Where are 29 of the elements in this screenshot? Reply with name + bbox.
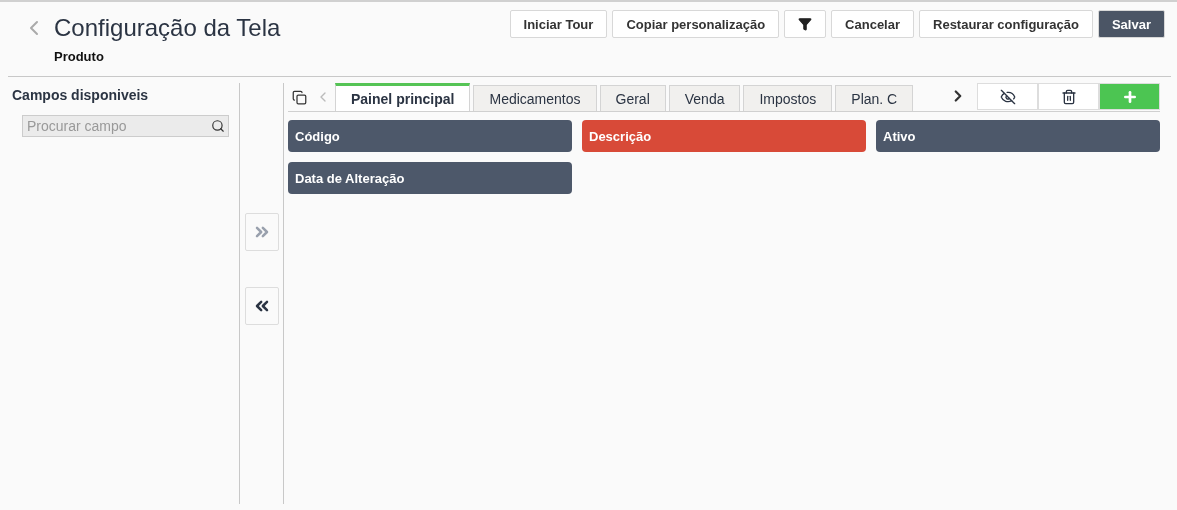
field-chip[interactable]: Data de Alteração [288, 162, 572, 194]
tab[interactable]: Medicamentos [473, 85, 597, 111]
page-subtitle: Produto [54, 49, 105, 64]
tab[interactable]: Plan. C [835, 85, 914, 111]
move-left-button[interactable] [244, 287, 279, 325]
page-title: Configuração da Tela [54, 14, 281, 42]
field-chip[interactable]: Descrição [582, 120, 866, 152]
plus-icon [1121, 88, 1138, 105]
filter-icon [798, 17, 813, 31]
toolbar-button[interactable]: Iniciar Tour [509, 10, 608, 38]
save-button[interactable]: Salvar [1097, 10, 1165, 38]
toolbar-button[interactable]: Restaurar configuração [919, 10, 1093, 38]
tab[interactable]: Geral [599, 85, 666, 111]
trash-icon [1060, 88, 1077, 105]
filter-button[interactable] [784, 10, 827, 38]
panel-title: Campos disponiveis [12, 87, 150, 103]
tab[interactable]: Painel principal [335, 83, 471, 111]
hide-button[interactable] [977, 83, 1038, 110]
eye-off-icon [999, 88, 1016, 105]
search-field[interactable]: Procurar campo [22, 115, 229, 137]
tab[interactable]: Impostos [743, 85, 833, 111]
delete-button[interactable] [1038, 83, 1099, 110]
tab[interactable]: Venda [668, 85, 741, 111]
field-chip[interactable]: Código [288, 120, 572, 152]
toolbar-button[interactable]: Cancelar [831, 10, 914, 38]
search-icon [211, 119, 225, 133]
toolbar-button[interactable]: Copiar personalização [612, 10, 780, 38]
field-chip[interactable]: Ativo [876, 120, 1160, 152]
copy-icon[interactable] [292, 90, 307, 105]
